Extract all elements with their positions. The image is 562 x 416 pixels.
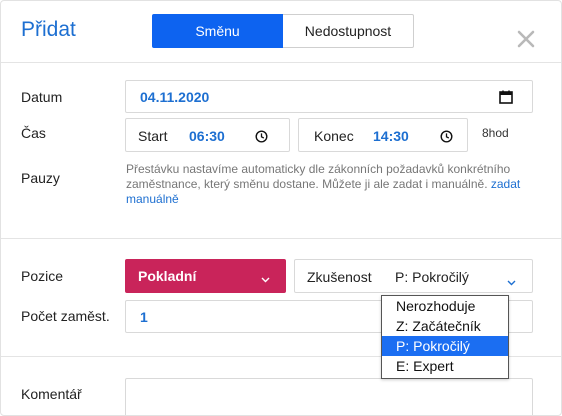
position-select[interactable]: Pokladní	[125, 259, 286, 293]
calendar-icon[interactable]	[499, 90, 513, 109]
mode-toggle: Směnu Nedostupnost	[152, 14, 414, 48]
experience-select[interactable]: Zkušenost P: Pokročilý	[294, 259, 533, 293]
option-nerozhoduje[interactable]: Nerozhoduje	[382, 296, 508, 316]
end-time-input[interactable]: Konec 14:30	[298, 118, 468, 152]
pauzy-note-text: Přestávku nastavíme automaticky dle záko…	[126, 162, 511, 191]
end-value: 14:30	[373, 128, 409, 144]
close-icon[interactable]	[516, 29, 536, 49]
section-divider	[1, 238, 561, 239]
pozice-label: Pozice	[21, 268, 64, 284]
option-expert[interactable]: E: Expert	[382, 356, 508, 376]
chevron-down-icon	[507, 273, 516, 291]
start-time-input[interactable]: Start 06:30	[125, 118, 290, 152]
start-value: 06:30	[189, 128, 225, 144]
employee-count-value: 1	[140, 309, 148, 325]
pocet-label: Počet zaměst.	[21, 308, 110, 324]
option-zacatecnik[interactable]: Z: Začátečník	[382, 316, 508, 336]
datum-label: Datum	[21, 89, 63, 105]
experience-label: Zkušenost	[307, 269, 372, 285]
start-label: Start	[138, 128, 168, 144]
tab-nedostupnost[interactable]: Nedostupnost	[283, 14, 414, 48]
komentar-label: Komentář	[21, 386, 82, 402]
cas-label: Čas	[21, 125, 46, 141]
experience-options-list: Nerozhoduje Z: Začátečník P: Pokročilý E…	[381, 295, 509, 379]
clock-icon[interactable]	[255, 130, 268, 148]
clock-icon[interactable]	[440, 130, 453, 148]
chevron-down-icon	[261, 270, 270, 286]
option-pokrocily[interactable]: P: Pokročilý	[382, 336, 508, 356]
tab-smenu[interactable]: Směnu	[152, 14, 283, 48]
datum-input[interactable]: 04.11.2020	[125, 80, 533, 113]
end-label: Konec	[314, 128, 354, 144]
pauzy-note: Přestávku nastavíme automaticky dle záko…	[126, 162, 526, 207]
comment-input[interactable]	[125, 378, 533, 415]
pauzy-label: Pauzy	[21, 170, 60, 186]
experience-value: P: Pokročilý	[395, 269, 469, 285]
header-divider	[1, 62, 561, 63]
datum-value: 04.11.2020	[140, 89, 210, 105]
position-value: Pokladní	[138, 268, 197, 284]
add-shift-dialog: Přidat Směnu Nedostupnost Datum 04.11.20…	[0, 0, 562, 416]
shift-duration: 8hod	[482, 126, 509, 140]
dialog-title: Přidat	[21, 18, 76, 41]
